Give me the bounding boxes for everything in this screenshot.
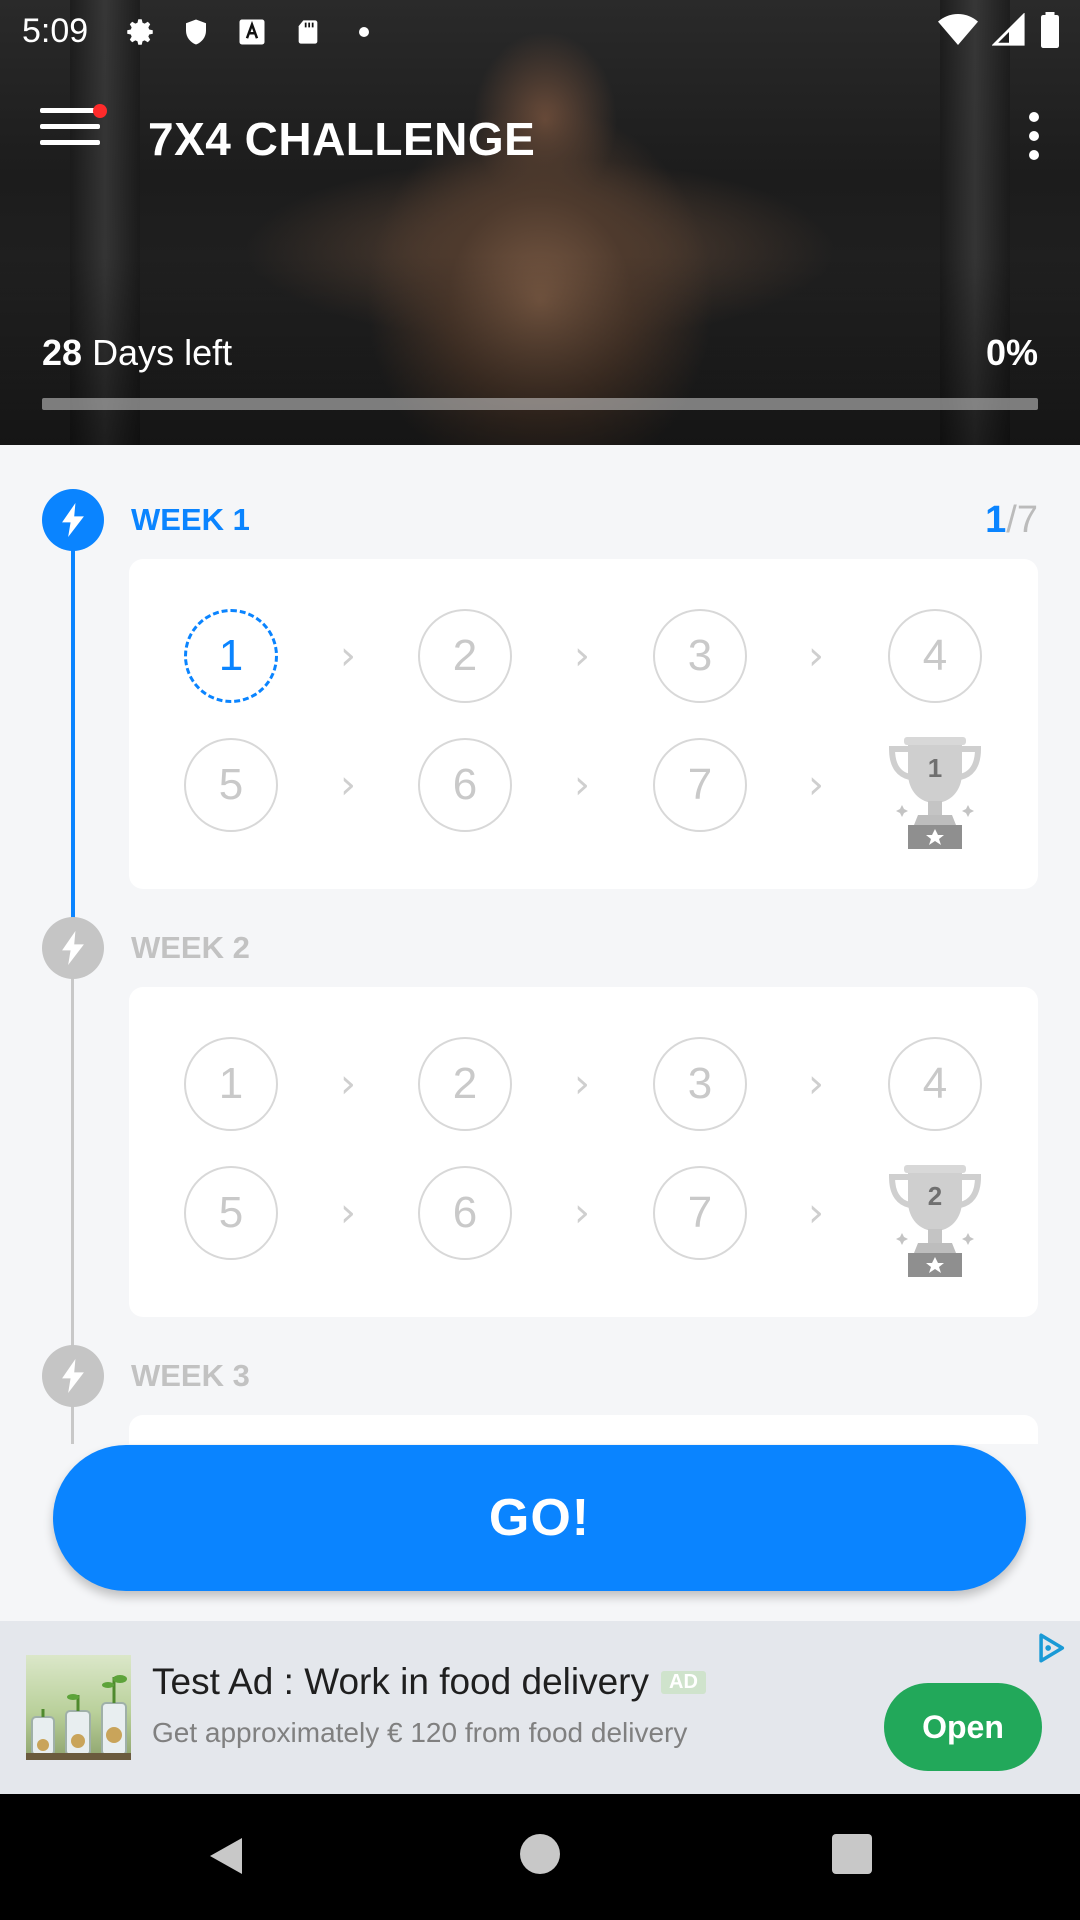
ad-image <box>26 1655 131 1760</box>
trophy-icon[interactable]: 1 <box>888 735 982 849</box>
back-icon[interactable] <box>206 1834 246 1883</box>
day-button[interactable]: 3 <box>653 1037 747 1131</box>
day-button[interactable]: 4 <box>888 1037 982 1131</box>
timeline-line-active <box>71 520 75 948</box>
chevron-right-icon: › <box>808 633 824 679</box>
days-left-number: 28 <box>42 332 83 373</box>
chevron-right-icon: › <box>574 1190 590 1236</box>
chevron-right-icon: › <box>808 1190 824 1236</box>
settings-icon <box>122 14 158 50</box>
status-bar: 5:09 <box>0 0 1080 62</box>
week-1-card: 1 › 2 › 3 › 4 5 › 6 › 7 › 1 <box>129 559 1038 889</box>
day-button[interactable]: 2 <box>418 1037 512 1131</box>
chevron-right-icon: › <box>340 1061 356 1107</box>
week-2-label: WEEK 2 <box>131 930 250 965</box>
overflow-dot <box>1029 112 1039 122</box>
menu-notification-dot <box>93 104 107 118</box>
week-3-label: WEEK 3 <box>131 1358 250 1393</box>
days-left-text: Days left <box>92 332 233 373</box>
battery-icon <box>1040 12 1060 53</box>
week-3-lightning-icon <box>42 1345 104 1407</box>
chevron-right-icon: › <box>340 633 356 679</box>
hamburger-line <box>40 140 100 145</box>
overflow-dot <box>1029 150 1039 160</box>
ad-subtitle: Get approximately € 120 from food delive… <box>152 1717 688 1748</box>
day-button[interactable]: 6 <box>418 738 512 832</box>
day-button[interactable]: 1 <box>184 1037 278 1131</box>
weeks-list[interactable]: WEEK 1 1/7 1 › 2 › 3 › 4 5 › 6 › 7 › 1 W… <box>0 445 1080 1444</box>
week-1-progress-total: /7 <box>1006 499 1038 541</box>
challenge-progress-bar <box>42 398 1038 410</box>
chevron-right-icon: › <box>808 1061 824 1107</box>
trophy-number: 1 <box>928 753 942 783</box>
ad-choices-icon[interactable] <box>1034 1631 1068 1665</box>
progress-percent: 0% <box>985 332 1038 373</box>
days-left: 28 Days left <box>42 332 232 374</box>
overflow-dot <box>1029 131 1039 141</box>
ad-open-button[interactable]: Open <box>884 1683 1042 1771</box>
week-1-lightning-icon <box>42 489 104 551</box>
go-button[interactable]: GO! <box>53 1445 1026 1591</box>
ad-banner[interactable]: Test Ad : Work in food delivery AD Get ap… <box>0 1621 1080 1794</box>
day-button[interactable]: 7 <box>653 738 747 832</box>
day-button[interactable]: 3 <box>653 609 747 703</box>
trophy-number: 2 <box>928 1181 942 1211</box>
day-button[interactable]: 5 <box>184 738 278 832</box>
day-button[interactable]: 1 <box>184 609 278 703</box>
ad-tag: AD <box>661 1671 706 1694</box>
chevron-right-icon: › <box>574 633 590 679</box>
chevron-right-icon: › <box>574 762 590 808</box>
chevron-right-icon: › <box>340 762 356 808</box>
week-1-progress: 1/7 <box>985 499 1038 542</box>
day-button[interactable]: 5 <box>184 1166 278 1260</box>
hamburger-line <box>40 124 100 129</box>
trophy-icon[interactable]: 2 <box>888 1163 982 1277</box>
status-time: 5:09 <box>22 12 89 50</box>
app-title: 7X4 CHALLENGE <box>148 113 536 165</box>
chevron-right-icon: › <box>574 1061 590 1107</box>
week-1-label: WEEK 1 <box>131 502 250 537</box>
wifi-icon <box>938 13 978 52</box>
hero-header: 5:09 7X4 CHALLENGE 28 Days left 0% <box>0 0 1080 445</box>
shield-icon <box>178 14 214 50</box>
chevron-right-icon: › <box>340 1190 356 1236</box>
week-2-lightning-icon <box>42 917 104 979</box>
signal-icon <box>991 12 1026 52</box>
day-button[interactable]: 4 <box>888 609 982 703</box>
overflow-menu-button[interactable] <box>1022 112 1046 160</box>
ad-title-text: Test Ad : Work in food delivery <box>152 1661 649 1702</box>
day-button[interactable]: 2 <box>418 609 512 703</box>
ad-title: Test Ad : Work in food delivery AD <box>152 1661 706 1703</box>
sd-card-icon <box>290 14 326 50</box>
week-2-card: 1 › 2 › 3 › 4 5 › 6 › 7 › 2 <box>129 987 1038 1317</box>
menu-button[interactable] <box>40 104 107 158</box>
hamburger-line <box>40 108 100 113</box>
day-button[interactable]: 6 <box>418 1166 512 1260</box>
font-icon <box>234 14 270 50</box>
notification-dot-icon <box>346 14 382 50</box>
week-1-progress-done: 1 <box>985 499 1007 541</box>
home-icon[interactable] <box>520 1834 560 1874</box>
week-3-card <box>129 1415 1038 1444</box>
day-button[interactable]: 7 <box>653 1166 747 1260</box>
system-nav-bar <box>0 1794 1080 1920</box>
chevron-right-icon: › <box>808 762 824 808</box>
recents-icon[interactable] <box>832 1834 872 1874</box>
